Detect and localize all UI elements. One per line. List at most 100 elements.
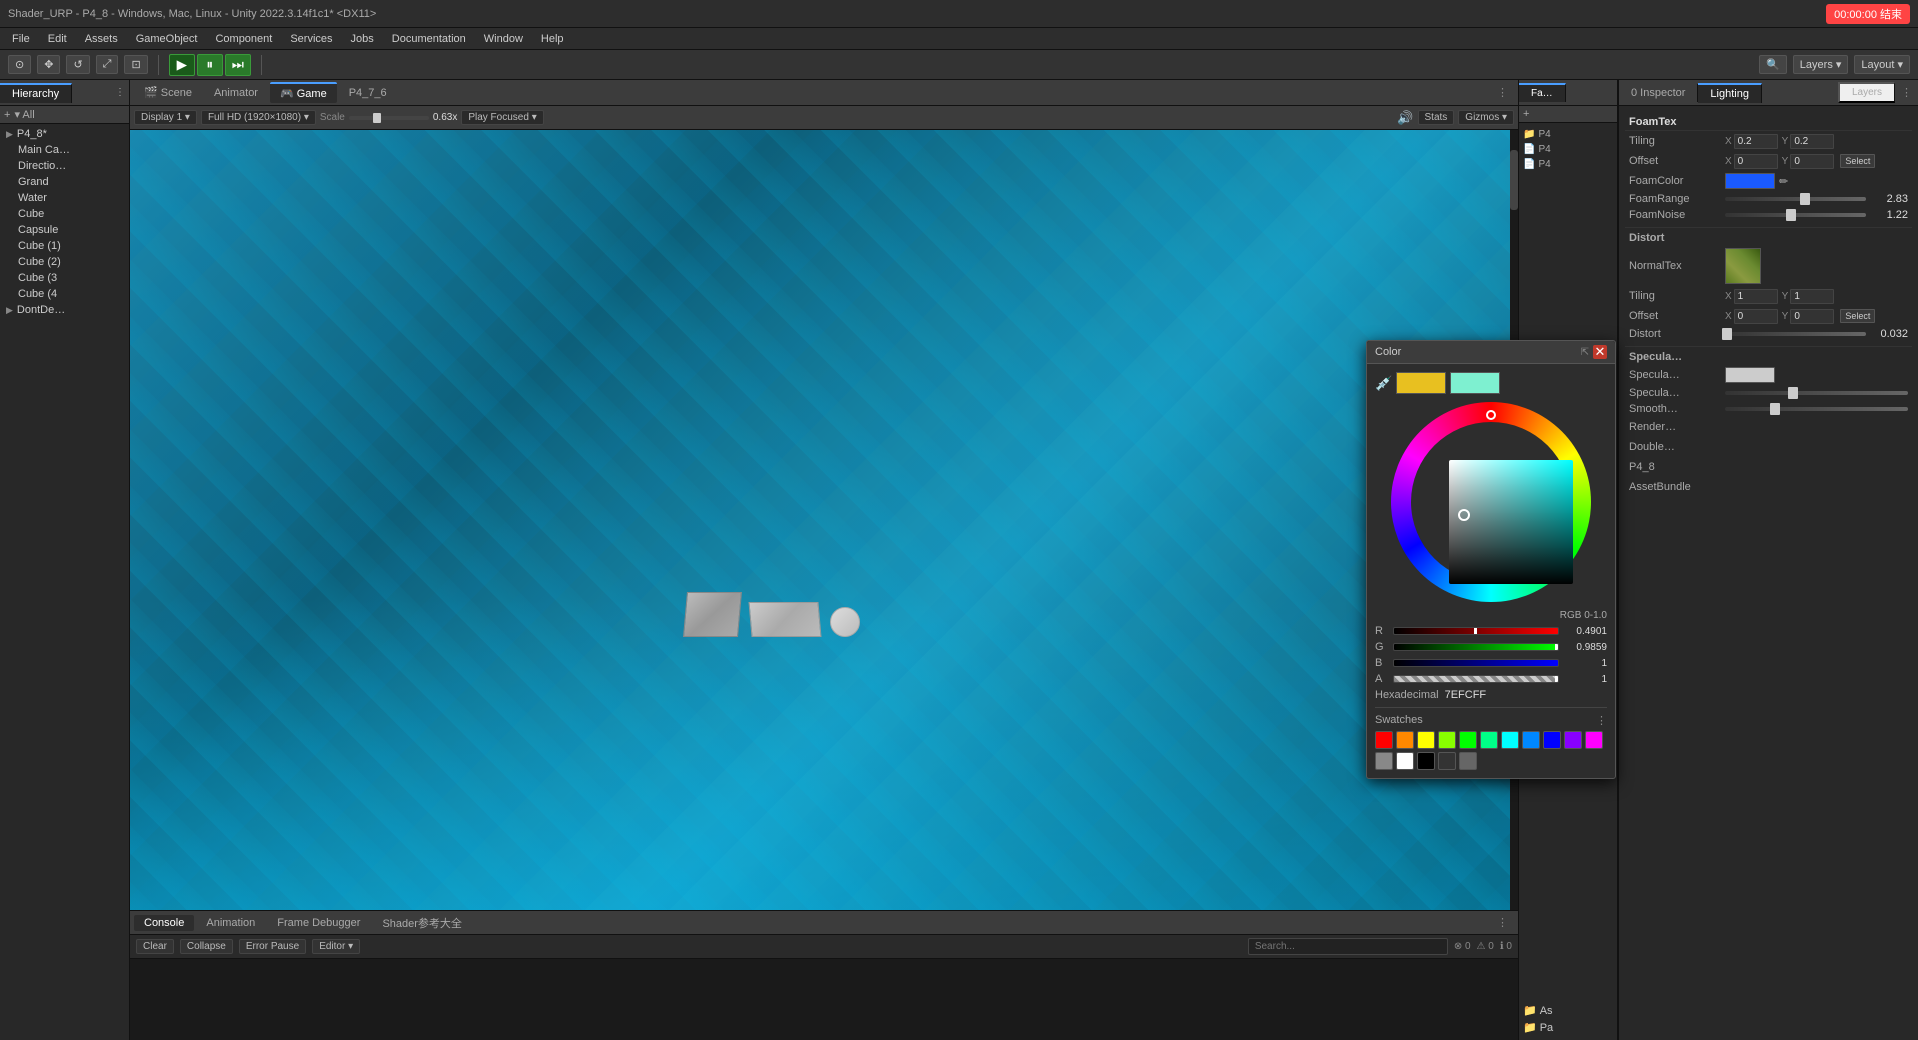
tiling-y-input[interactable] — [1790, 134, 1834, 149]
color-swatch-item[interactable] — [1417, 731, 1435, 749]
play-button[interactable]: ▶ — [169, 54, 195, 76]
layers-btn[interactable]: Layers — [1838, 82, 1895, 103]
menu-documentation[interactable]: Documentation — [384, 31, 474, 47]
tab-animator[interactable]: Animator — [204, 84, 268, 102]
color-swatch-item[interactable] — [1564, 731, 1582, 749]
scale-btn[interactable]: ⤢ — [96, 55, 119, 74]
collapse-button[interactable]: Collapse — [180, 939, 233, 954]
old-color-swatch[interactable] — [1396, 372, 1446, 394]
offset-y-input[interactable] — [1790, 154, 1834, 169]
editor-dropdown[interactable]: Editor ▾ — [312, 939, 360, 954]
tree-item-cube[interactable]: Cube — [12, 206, 129, 222]
console-options[interactable]: ⋮ — [1491, 916, 1514, 929]
menu-help[interactable]: Help — [533, 31, 572, 47]
dtiling-x-input[interactable] — [1734, 289, 1778, 304]
asset-item-fa[interactable]: 📁 P4 — [1523, 127, 1613, 142]
hierarchy-options[interactable]: ⋮ — [111, 87, 129, 98]
foamnoise-slider[interactable] — [1725, 213, 1866, 217]
menu-window[interactable]: Window — [476, 31, 531, 47]
menu-services[interactable]: Services — [282, 31, 340, 47]
scrollbar-thumb[interactable] — [1510, 150, 1518, 210]
expand-icon[interactable]: ⇱ — [1581, 347, 1589, 358]
layers-dropdown[interactable]: Layers ▾ — [1793, 55, 1849, 74]
color-swatch-item[interactable] — [1543, 731, 1561, 749]
color-swatch-item[interactable] — [1459, 731, 1477, 749]
foamcolor-picker-icon[interactable]: ✏ — [1779, 175, 1788, 188]
color-swatch-item[interactable] — [1480, 731, 1498, 749]
color-wheel[interactable] — [1391, 402, 1591, 602]
color-swatch-item[interactable] — [1438, 752, 1456, 770]
tiling-x-input[interactable] — [1734, 134, 1778, 149]
color-swatch-item[interactable] — [1459, 752, 1477, 770]
a-slider[interactable] — [1393, 675, 1559, 683]
tab-lighting[interactable]: Lighting — [1698, 83, 1762, 103]
inspector-options[interactable]: ⋮ — [1895, 86, 1918, 99]
console-search[interactable] — [1248, 938, 1448, 955]
tree-item-grand[interactable]: Grand — [12, 174, 129, 190]
clear-button[interactable]: Clear — [136, 939, 174, 954]
scene-btn[interactable]: ⊙ — [8, 55, 31, 74]
view-options[interactable]: ⋮ — [1491, 86, 1514, 99]
select-button[interactable]: Select — [1840, 154, 1875, 168]
error-pause-button[interactable]: Error Pause — [239, 939, 306, 954]
menu-gameobject[interactable]: GameObject — [128, 31, 206, 47]
doffset-x-input[interactable] — [1734, 309, 1778, 324]
tree-item-dontdestroy[interactable]: ▶ DontDe… — [0, 302, 129, 318]
offset-x-input[interactable] — [1734, 154, 1778, 169]
tab-p4_7_6[interactable]: P4_7_6 — [339, 84, 397, 102]
tree-item-cube2[interactable]: Cube (2) — [12, 254, 129, 270]
asset-item-p4a[interactable]: 📄 P4 — [1523, 142, 1613, 157]
saturation-box[interactable] — [1449, 460, 1573, 584]
b-slider[interactable] — [1393, 659, 1559, 667]
move-btn[interactable]: ✥ — [37, 55, 60, 74]
color-swatch-item[interactable] — [1396, 731, 1414, 749]
color-swatch-item[interactable] — [1522, 731, 1540, 749]
scale-slider[interactable] — [349, 116, 429, 120]
assets-tab[interactable]: Fa… — [1519, 83, 1566, 102]
swatches-options[interactable]: ⋮ — [1596, 714, 1607, 727]
hierarchy-tab[interactable]: Hierarchy — [0, 83, 72, 103]
transform-btn[interactable]: ⊡ — [124, 55, 147, 74]
tree-item-cube4[interactable]: Cube (4 — [12, 286, 129, 302]
hierarchy-filter[interactable]: ▾ All — [14, 108, 34, 121]
tree-item-cube1[interactable]: Cube (1) — [12, 238, 129, 254]
menu-file[interactable]: File — [4, 31, 38, 47]
color-swatch-item[interactable] — [1417, 752, 1435, 770]
doffset-y-input[interactable] — [1790, 309, 1834, 324]
eyedropper-button[interactable]: 💉 — [1375, 375, 1392, 392]
foamrange-slider[interactable] — [1725, 197, 1866, 201]
tree-item-capsule[interactable]: Capsule — [12, 222, 129, 238]
add-icon[interactable]: + — [1523, 108, 1529, 120]
color-swatch-item[interactable] — [1585, 731, 1603, 749]
menu-assets[interactable]: Assets — [77, 31, 126, 47]
dtiling-y-input[interactable] — [1790, 289, 1834, 304]
resolution-selector[interactable]: Full HD (1920×1080) ▾ — [201, 110, 316, 125]
color-swatch-item[interactable] — [1438, 731, 1456, 749]
tab-game[interactable]: 🎮 Game — [270, 82, 337, 103]
tree-item-maincamera[interactable]: Main Ca… — [12, 142, 129, 158]
tab-shader-ref[interactable]: Shader参考大全 — [372, 913, 471, 933]
tab-animation[interactable]: Animation — [196, 915, 265, 931]
menu-component[interactable]: Component — [207, 31, 280, 47]
search-button[interactable]: 🔍 — [1759, 55, 1787, 74]
tab-scene[interactable]: 🎬 Scene — [134, 83, 202, 102]
specular-slider[interactable] — [1725, 391, 1908, 395]
stats-btn[interactable]: Stats — [1418, 110, 1455, 125]
tree-item-cube3[interactable]: Cube (3 — [12, 270, 129, 286]
r-slider[interactable] — [1393, 627, 1559, 635]
menu-edit[interactable]: Edit — [40, 31, 75, 47]
specular-color-swatch[interactable] — [1725, 367, 1775, 383]
distort-slider[interactable] — [1725, 332, 1866, 336]
menu-jobs[interactable]: Jobs — [343, 31, 382, 47]
tree-item-water[interactable]: Water — [12, 190, 129, 206]
layout-dropdown[interactable]: Layout ▾ — [1854, 55, 1910, 74]
smooth-slider[interactable] — [1725, 407, 1908, 411]
color-swatch-item[interactable] — [1375, 731, 1393, 749]
color-swatch-item[interactable] — [1501, 731, 1519, 749]
color-picker-close-button[interactable]: ✕ — [1593, 345, 1607, 359]
tab-inspector[interactable]: 0 Inspector — [1619, 84, 1698, 102]
new-color-swatch[interactable] — [1450, 372, 1500, 394]
pause-button[interactable]: ⏸ — [197, 54, 223, 76]
step-button[interactable]: ⏭ — [225, 54, 251, 76]
speaker-icon[interactable]: 🔊 — [1397, 110, 1413, 126]
